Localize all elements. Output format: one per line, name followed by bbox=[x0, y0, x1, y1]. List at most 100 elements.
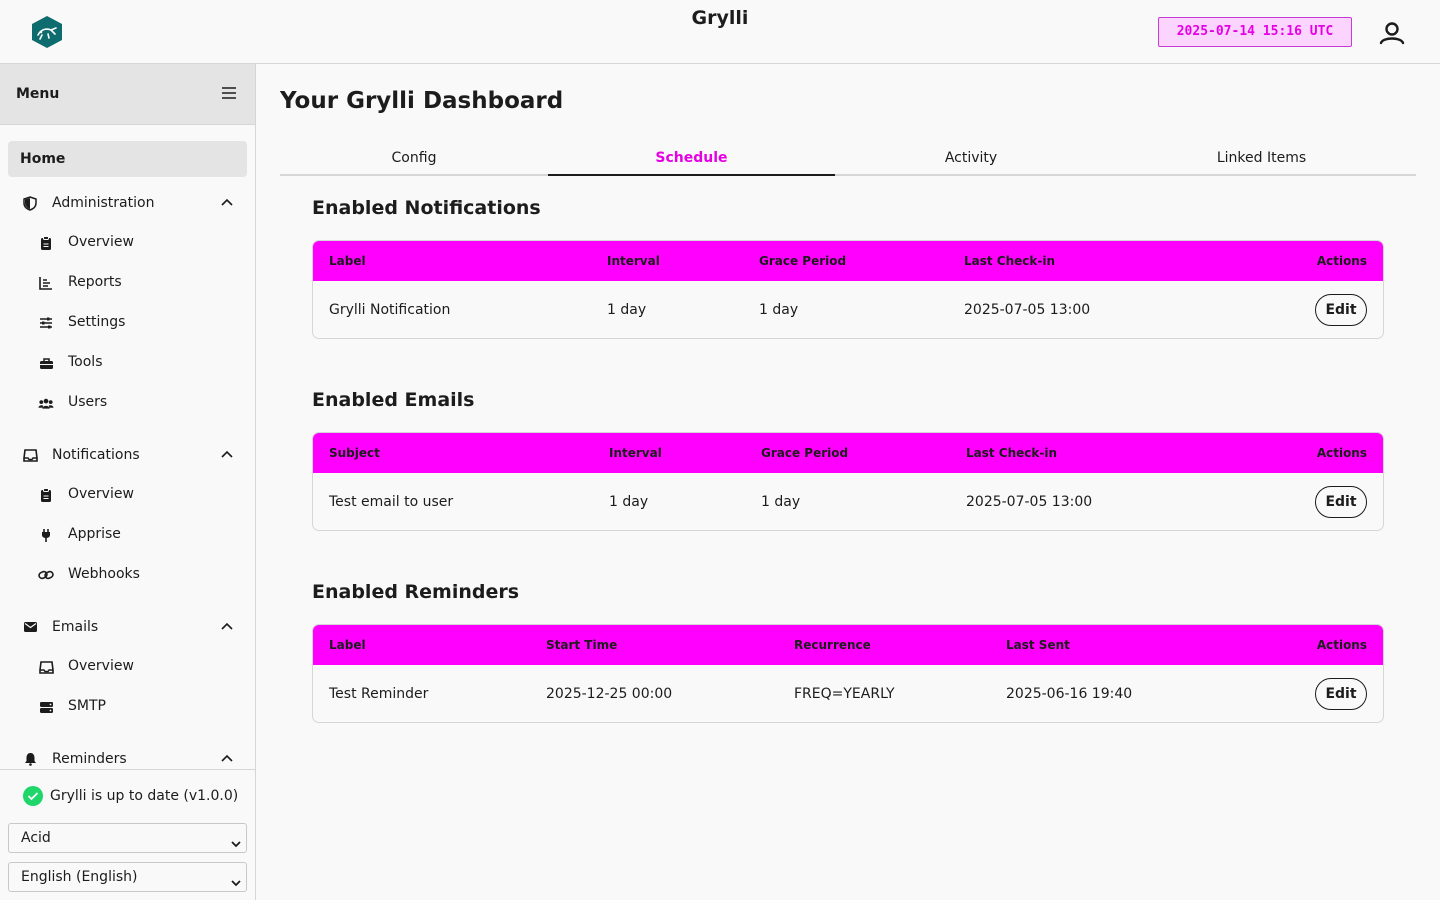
column-header: Last Sent bbox=[1006, 638, 1070, 652]
column-header: Label bbox=[329, 254, 366, 268]
sidebar-item-smtp[interactable]: SMTP bbox=[0, 689, 255, 725]
column-header: Subject bbox=[329, 446, 380, 460]
page-title: Your Grylli Dashboard bbox=[280, 88, 564, 114]
theme-select[interactable]: Acid bbox=[8, 823, 247, 853]
chevron-up-icon[interactable] bbox=[219, 195, 235, 211]
column-header: Last Check-in bbox=[966, 446, 1058, 460]
column-header: Interval bbox=[607, 254, 660, 268]
theme-select-value: Acid bbox=[21, 830, 51, 846]
server-icon bbox=[38, 699, 54, 715]
column-header: Grace Period bbox=[761, 446, 849, 460]
utc-clock: 2025-07-14 15:16 UTC bbox=[1158, 17, 1352, 47]
emails-table: Subject Interval Grace Period Last Check… bbox=[312, 432, 1384, 531]
update-status: Grylli is up to date (v1.0.0) bbox=[23, 786, 238, 806]
sidebar-section-notifications[interactable]: Notifications bbox=[0, 437, 255, 473]
link-icon bbox=[38, 567, 54, 583]
column-header: Actions bbox=[1316, 254, 1367, 268]
sidebar-item-users[interactable]: Users bbox=[0, 385, 255, 421]
table-cell: FREQ=YEARLY bbox=[794, 686, 895, 702]
dashboard-tabs: Config Schedule Activity Linked Items bbox=[280, 140, 1416, 176]
sidebar-item-admin-overview[interactable]: Overview bbox=[0, 225, 255, 261]
tab-activity[interactable]: Activity bbox=[835, 140, 1107, 176]
sidebar-item-tools[interactable]: Tools bbox=[0, 345, 255, 381]
sidebar-section-administration[interactable]: Administration bbox=[0, 185, 255, 221]
sidebar-item-webhooks[interactable]: Webhooks bbox=[0, 557, 255, 593]
sidebar-section-label: Administration bbox=[52, 195, 155, 211]
language-select-value: English (English) bbox=[21, 869, 138, 885]
section-title-emails: Enabled Emails bbox=[312, 389, 475, 411]
chevron-up-icon[interactable] bbox=[219, 447, 235, 463]
chevron-up-icon[interactable] bbox=[219, 619, 235, 635]
language-select[interactable]: English (English) bbox=[8, 862, 247, 892]
clipboard-icon bbox=[38, 235, 54, 251]
table-cell: 1 day bbox=[759, 302, 799, 318]
user-icon[interactable] bbox=[1376, 18, 1408, 48]
plug-icon bbox=[38, 527, 54, 543]
sidebar-item-notifications-overview[interactable]: Overview bbox=[0, 477, 255, 513]
sidebar-item-reports[interactable]: Reports bbox=[0, 265, 255, 301]
column-header: Start Time bbox=[546, 638, 618, 652]
column-header: Label bbox=[329, 638, 366, 652]
sidebar-footer: Grylli is up to date (v1.0.0) Acid Engli… bbox=[0, 769, 255, 900]
column-header: Recurrence bbox=[794, 638, 871, 652]
table-cell: Test Reminder bbox=[329, 686, 429, 702]
menu-title: Menu bbox=[16, 86, 60, 102]
envelope-icon bbox=[22, 619, 38, 635]
chevron-down-icon bbox=[230, 871, 242, 887]
sidebar-section-label: Notifications bbox=[52, 447, 140, 463]
sidebar-item-label: Overview bbox=[68, 234, 134, 250]
reminders-table: Label Start Time Recurrence Last Sent Ac… bbox=[312, 624, 1384, 723]
hamburger-menu-icon[interactable] bbox=[221, 85, 237, 104]
clipboard-icon bbox=[38, 487, 54, 503]
column-header: Interval bbox=[609, 446, 662, 460]
chevron-down-icon bbox=[230, 832, 242, 848]
sidebar-item-emails-overview[interactable]: Overview bbox=[0, 649, 255, 685]
section-title-notifications: Enabled Notifications bbox=[312, 197, 541, 219]
table-cell: Grylli Notification bbox=[329, 302, 451, 318]
sidebar-item-label: Apprise bbox=[68, 526, 121, 542]
table-header: Subject Interval Grace Period Last Check… bbox=[313, 433, 1383, 473]
sidebar-section-label: Reminders bbox=[52, 751, 127, 767]
table-cell: 1 day bbox=[609, 494, 649, 510]
tab-linked-items[interactable]: Linked Items bbox=[1107, 140, 1416, 176]
chart-icon bbox=[38, 275, 54, 291]
chevron-up-icon[interactable] bbox=[219, 751, 235, 767]
edit-button[interactable]: Edit bbox=[1315, 678, 1367, 710]
tab-config[interactable]: Config bbox=[280, 140, 548, 176]
column-header: Actions bbox=[1316, 446, 1367, 460]
sidebar-item-label: Reports bbox=[68, 274, 122, 290]
update-status-text: Grylli is up to date (v1.0.0) bbox=[50, 788, 239, 804]
tab-schedule[interactable]: Schedule bbox=[548, 140, 835, 176]
sidebar-item-label: Tools bbox=[68, 354, 103, 370]
sidebar-item-settings[interactable]: Settings bbox=[0, 305, 255, 341]
sidebar-item-label: Webhooks bbox=[68, 566, 140, 582]
sidebar-item-apprise[interactable]: Apprise bbox=[0, 517, 255, 553]
sidebar-section-reminders[interactable]: Reminders bbox=[0, 741, 255, 769]
table-cell: 2025-07-05 13:00 bbox=[964, 302, 1091, 318]
sidebar-nav: Home Administration Overview Reports Set… bbox=[0, 125, 255, 769]
table-cell: Test email to user bbox=[329, 494, 454, 510]
check-circle-icon bbox=[23, 786, 43, 806]
sidebar-item-label: SMTP bbox=[68, 698, 106, 714]
menu-header: Menu bbox=[0, 64, 255, 125]
toolbox-icon bbox=[38, 355, 54, 371]
sidebar-section-emails[interactable]: Emails bbox=[0, 609, 255, 645]
sidebar-section-label: Emails bbox=[52, 619, 99, 635]
inbox-icon bbox=[22, 447, 38, 463]
top-bar: Grylli 2025-07-14 15:16 UTC bbox=[0, 0, 1440, 64]
sliders-icon bbox=[38, 315, 54, 331]
edit-button[interactable]: Edit bbox=[1315, 486, 1367, 518]
sidebar-item-label: Overview bbox=[68, 486, 134, 502]
table-header: Label Interval Grace Period Last Check-i… bbox=[313, 241, 1383, 281]
sidebar-item-home[interactable]: Home bbox=[8, 141, 247, 177]
sidebar-item-label: Overview bbox=[68, 658, 134, 674]
table-cell: 2025-07-05 13:00 bbox=[966, 494, 1093, 510]
column-header: Last Check-in bbox=[964, 254, 1056, 268]
table-cell: 1 day bbox=[761, 494, 801, 510]
sidebar-item-label: Settings bbox=[68, 314, 126, 330]
shield-icon bbox=[22, 195, 38, 211]
table-header: Label Start Time Recurrence Last Sent Ac… bbox=[313, 625, 1383, 665]
edit-button[interactable]: Edit bbox=[1315, 294, 1367, 326]
bell-icon bbox=[22, 751, 38, 767]
users-icon bbox=[38, 395, 54, 411]
